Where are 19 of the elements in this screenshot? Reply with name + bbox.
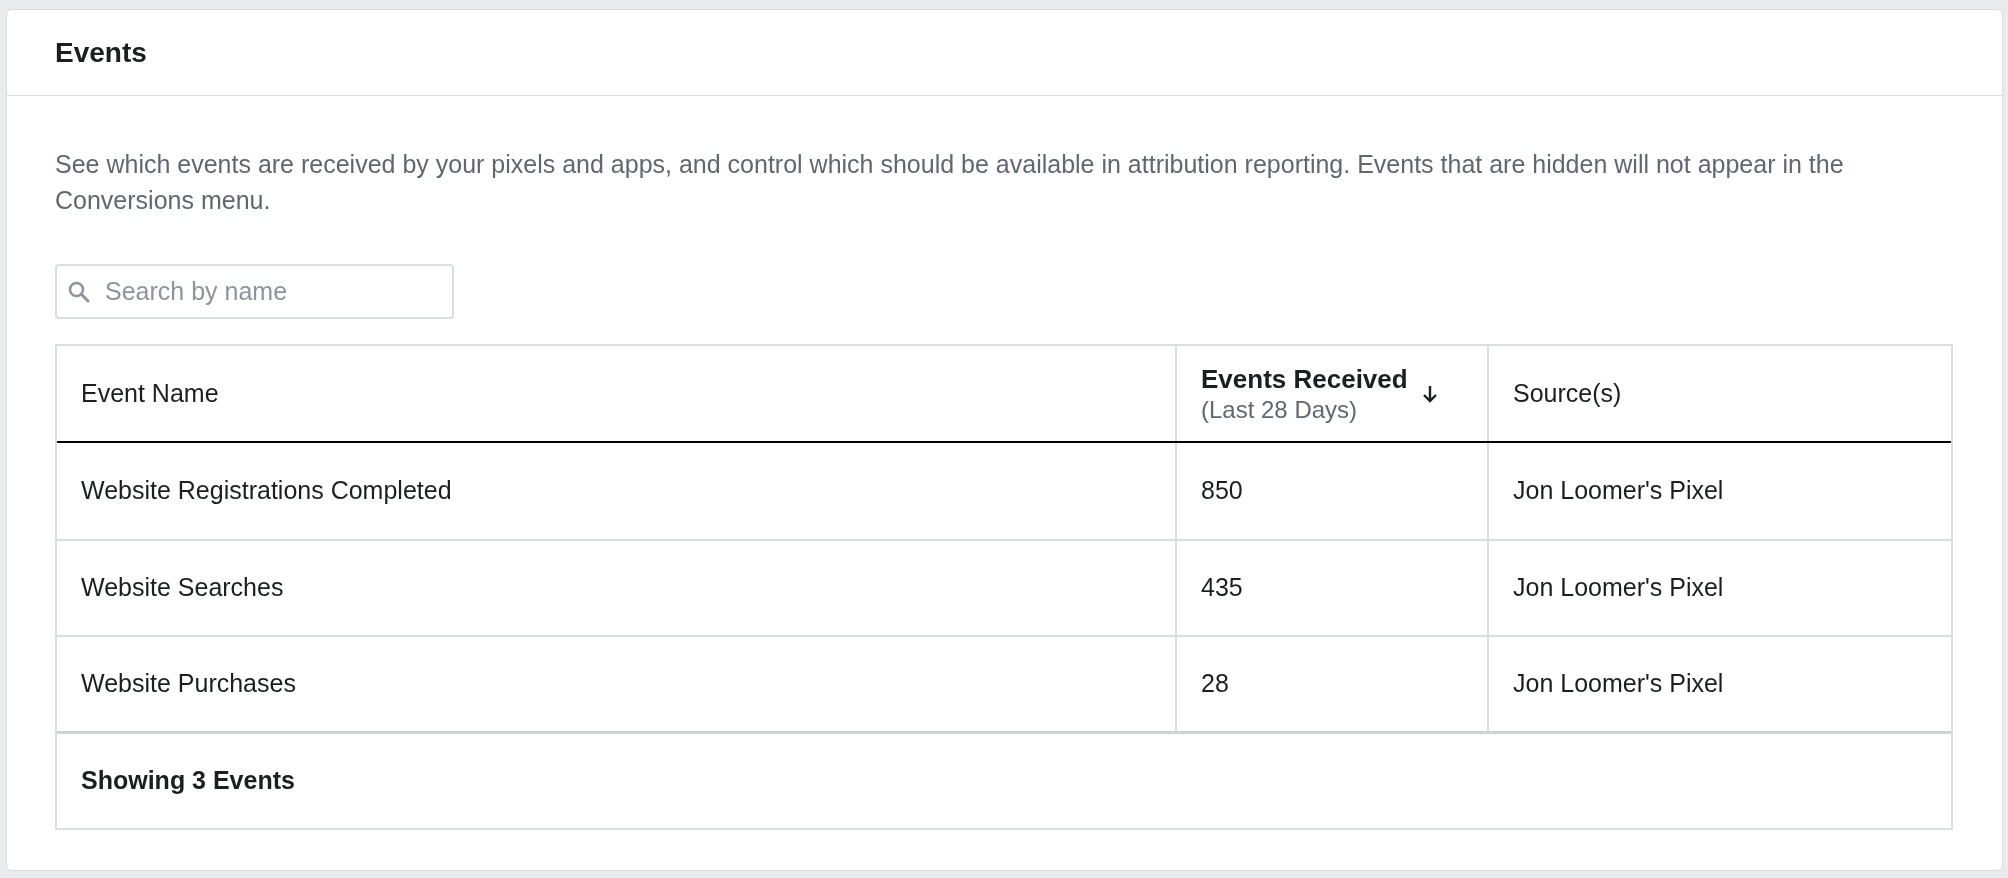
table-cell-text: Website Searches (81, 572, 284, 604)
table-cell-text: 850 (1201, 475, 1243, 507)
column-header[interactable]: Events Received (Last 28 Days) (1177, 346, 1489, 441)
arrow-down-icon (1421, 383, 1438, 404)
description-text: See which events are received by your pixels and apps, and control which should be available in attribution reporting. Events that are hidden will not appear in the Conversions menu. (55, 149, 1845, 216)
table-cell-text: Website Purchases (81, 668, 296, 700)
event-count-text: Showing 3 Events (81, 765, 295, 797)
column-header[interactable]: Source(s) (1489, 346, 1951, 441)
table-cell-text: Jon Loomer's Pixel (1513, 668, 1724, 700)
column-header[interactable]: Event Name (57, 346, 1177, 441)
table-cell-text: Jon Loomer's Pixel (1513, 475, 1724, 507)
search-icon (67, 279, 91, 304)
table-cell-text: 28 (1201, 668, 1229, 700)
table-cell-text: Website Registrations Completed (81, 475, 452, 507)
table-cell-text: 435 (1201, 572, 1243, 604)
search-input[interactable]: Search by name (105, 272, 435, 311)
panel-title: Events (55, 35, 147, 70)
search-field[interactable]: Search by name (55, 264, 454, 319)
table-cell-text: Jon Loomer's Pixel (1513, 572, 1724, 604)
